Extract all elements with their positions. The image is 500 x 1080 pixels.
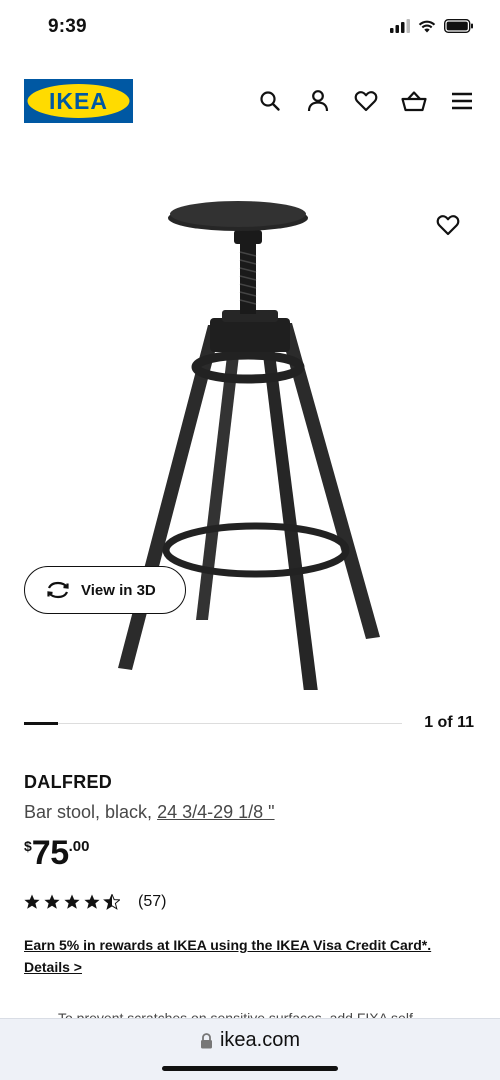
account-icon [307,90,329,112]
product-price: $ 75 .00 [24,834,89,872]
site-header: IKEA [0,78,500,124]
battery-icon [444,19,473,33]
product-description: Bar stool, black, 24 3/4-29 1/8 " [24,802,275,823]
search-icon [260,91,280,111]
product-size-link[interactable]: 24 3/4-29 1/8 " [157,802,274,822]
heart-icon [354,91,378,112]
view-in-3d-label: View in 3D [81,581,156,599]
status-time: 9:39 [48,16,87,37]
account-button[interactable] [304,87,332,115]
star-rating-icon [24,894,120,910]
search-button[interactable] [256,87,284,115]
gallery-pager: 1 of 11 [24,714,476,736]
pager-track [24,723,402,724]
promo-details-link[interactable]: Details > [24,959,82,975]
product-name: DALFRED [24,772,113,792]
wifi-icon [418,20,436,33]
price-integer: 75 [31,834,69,872]
basket-icon [401,91,427,112]
rating-count: (57) [138,893,167,910]
menu-icon [452,92,472,110]
lock-icon [200,1032,212,1048]
heart-icon [436,215,460,236]
bar-stool-image [118,201,380,690]
header-nav [256,87,476,115]
logo-text: IKEA [49,88,108,114]
pager-progress [24,722,59,725]
browser-address-bar[interactable]: ikea.com [0,1018,500,1080]
price-currency: $ [24,838,32,854]
pager-count: 1 of 11 [424,714,474,731]
favourites-button[interactable] [352,87,380,115]
url-display[interactable]: ikea.com [0,1029,500,1052]
view-in-3d-button[interactable]: View in 3D [24,566,186,614]
promo-rewards: Earn 5% in rewards at IKEA using the IKE… [24,934,476,978]
promo-rewards-link[interactable]: Earn 5% in rewards at IKEA using the IKE… [24,937,431,953]
status-icons [390,19,474,33]
status-bar: 9:39 [0,0,500,54]
product-gallery[interactable]: View in 3D [0,170,500,690]
ikea-logo[interactable]: IKEA [24,79,133,123]
product-rating[interactable]: (57) [24,893,166,911]
url-text: ikea.com [219,1029,301,1051]
price-decimals: .00 [68,838,90,855]
rotate-3d-icon [47,581,69,599]
signal-icon [390,19,410,33]
product-description-text: Bar stool, black, [24,802,158,822]
menu-button[interactable] [448,87,476,115]
home-indicator [162,1066,338,1071]
basket-button[interactable] [400,87,428,115]
add-to-favourites-button[interactable] [436,214,462,240]
